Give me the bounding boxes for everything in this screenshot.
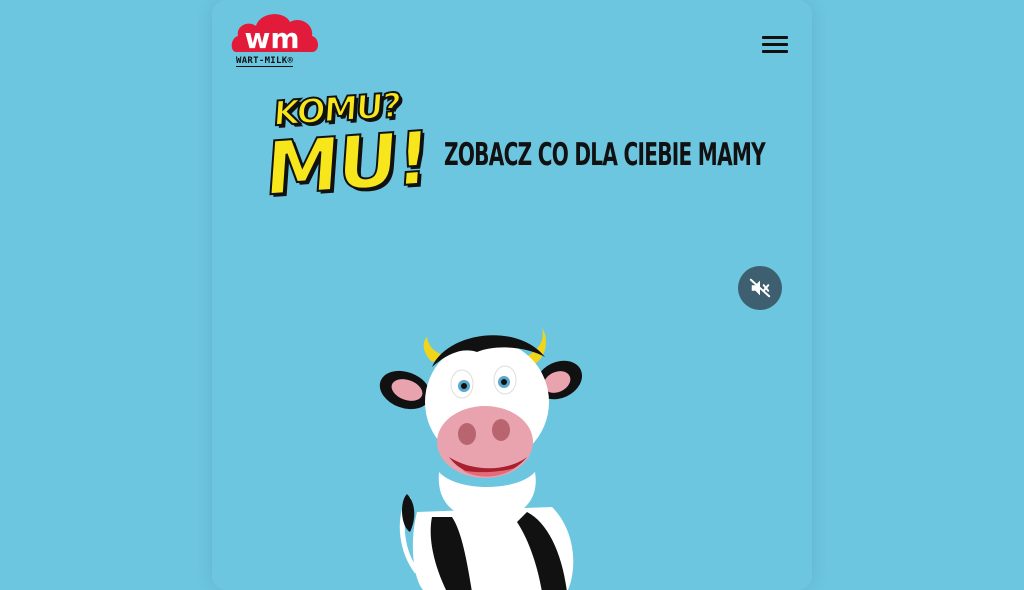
mute-button[interactable] xyxy=(738,266,782,310)
hero-tagline: ZOBACZ CO DLA CIEBIE MAMY xyxy=(444,137,766,173)
cow-mascot-illustration xyxy=(377,322,607,590)
logo-text: wm xyxy=(244,22,299,55)
page-card: wm WART-MILK® KOMU? MU! ZOBACZ CO DLA CI… xyxy=(212,0,812,590)
logo-caption: WART-MILK® xyxy=(236,56,294,67)
komu-mu-logo: KOMU? MU! xyxy=(261,85,432,223)
volume-off-icon xyxy=(749,278,771,298)
logo-cloud-icon: wm xyxy=(231,14,318,55)
hamburger-menu-icon[interactable] xyxy=(760,34,790,56)
hero-title-line2: MU! xyxy=(261,114,432,213)
wart-milk-logo[interactable]: wm WART-MILK® xyxy=(230,8,322,72)
